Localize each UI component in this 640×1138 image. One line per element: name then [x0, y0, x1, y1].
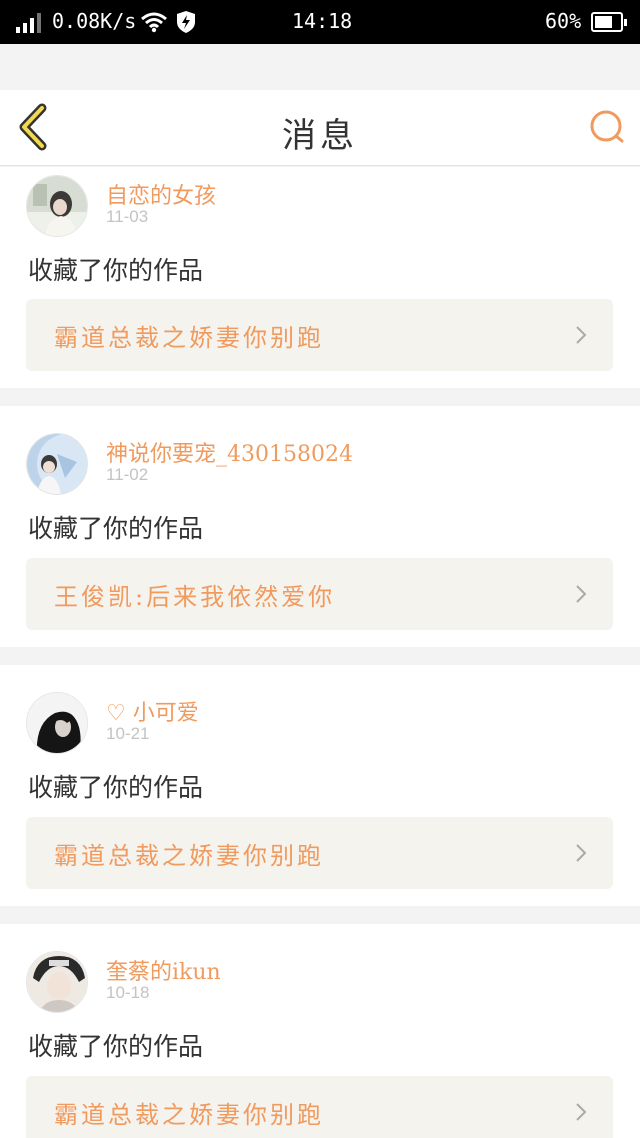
message-card: ♡ 小可爱 10-21 收藏了你的作品 霸道总裁之娇妻你别跑 — [0, 665, 640, 906]
username[interactable]: ♡ 小可爱 — [106, 695, 199, 727]
signal-icon — [16, 13, 42, 33]
shield-icon — [177, 11, 195, 33]
action-text: 收藏了你的作品 — [28, 256, 204, 285]
status-bar: 0.08K/s 14:18 60% — [0, 0, 640, 44]
work-title: 霸道总裁之娇妻你别跑 — [54, 1101, 324, 1129]
message-date: 11-03 — [106, 207, 149, 226]
work-link[interactable]: 霸道总裁之娇妻你别跑 — [26, 1076, 613, 1138]
avatar[interactable] — [26, 433, 88, 495]
username[interactable]: 自恋的女孩 — [106, 178, 216, 210]
search-button[interactable] — [588, 108, 628, 148]
message-date: 10-18 — [106, 983, 150, 1002]
action-text: 收藏了你的作品 — [28, 1032, 204, 1061]
avatar[interactable] — [26, 951, 88, 1013]
work-title: 霸道总裁之娇妻你别跑 — [54, 842, 324, 870]
action-text: 收藏了你的作品 — [28, 514, 204, 543]
spacer — [0, 44, 640, 90]
battery-icon — [591, 12, 627, 32]
message-card: 神说你要宠_430158024 11-02 收藏了你的作品 王俊凯:后来我依然爱… — [0, 406, 640, 647]
message-date: 10-21 — [106, 724, 150, 743]
action-text: 收藏了你的作品 — [28, 773, 204, 802]
search-icon — [590, 110, 624, 143]
network-speed: 0.08K/s — [52, 9, 137, 33]
avatar[interactable] — [26, 692, 88, 754]
work-link[interactable]: 王俊凯:后来我依然爱你 — [26, 558, 613, 630]
wifi-icon — [141, 12, 167, 33]
message-list: 自恋的女孩 11-03 收藏了你的作品 霸道总裁之娇妻你别跑 神说你要宠_430… — [0, 167, 640, 1138]
message-card: 奎蔡的ikun 10-18 收藏了你的作品 霸道总裁之娇妻你别跑 — [0, 924, 640, 1138]
username[interactable]: 奎蔡的ikun — [106, 954, 221, 986]
username[interactable]: 神说你要宠_430158024 — [106, 436, 353, 468]
chevron-right-icon — [576, 326, 587, 344]
title-bar: 消息 — [0, 90, 640, 166]
chevron-right-icon — [576, 585, 587, 603]
work-title: 霸道总裁之娇妻你别跑 — [54, 324, 324, 352]
page-title: 消息 — [282, 116, 358, 156]
avatar[interactable] — [26, 175, 88, 237]
battery-percentage: 60% — [545, 9, 582, 33]
message-date: 11-02 — [106, 465, 149, 484]
chevron-right-icon — [576, 1103, 587, 1121]
work-title: 王俊凯:后来我依然爱你 — [54, 583, 336, 611]
work-link[interactable]: 霸道总裁之娇妻你别跑 — [26, 817, 613, 889]
chevron-right-icon — [576, 844, 587, 862]
clock: 14:18 — [292, 9, 353, 33]
work-link[interactable]: 霸道总裁之娇妻你别跑 — [26, 299, 613, 371]
message-card: 自恋的女孩 11-03 收藏了你的作品 霸道总裁之娇妻你别跑 — [0, 167, 640, 388]
